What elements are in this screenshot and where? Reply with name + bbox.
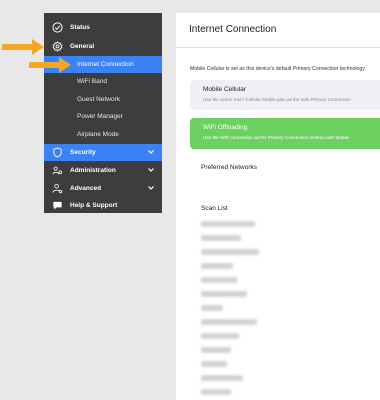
sidebar-item-advanced[interactable]: Advanced xyxy=(44,180,162,197)
list-item[interactable] xyxy=(201,375,243,381)
preferred-networks-heading: Preferred Networks xyxy=(201,164,257,171)
sidebar-item-airplane-mode[interactable]: Airplane Mode xyxy=(44,126,162,143)
scan-list-heading: Scan List xyxy=(201,205,228,212)
list-item[interactable] xyxy=(201,319,257,325)
sidebar-item-label: Internet Connection xyxy=(77,61,134,68)
main-panel: Internet Connection Mobile Cellular is s… xyxy=(176,13,380,400)
option-title: Mobile Cellular xyxy=(203,86,246,93)
divider xyxy=(176,47,380,48)
option-title: WiFi Offloading xyxy=(203,124,248,131)
pointer-arrow-icon xyxy=(2,39,44,55)
sidebar-item-general[interactable]: General xyxy=(44,38,162,55)
sidebar-item-label: Status xyxy=(70,24,90,31)
option-description: Use the WiFi connection as the Primary C… xyxy=(203,135,350,140)
wifi-offloading-option[interactable]: WiFi Offloading Use the WiFi connection … xyxy=(190,118,380,149)
sidebar-item-status[interactable]: Status xyxy=(44,19,162,36)
check-circle-icon xyxy=(52,22,63,33)
chat-bubble-icon xyxy=(53,201,62,210)
list-item[interactable] xyxy=(201,305,223,311)
users-gear-icon xyxy=(52,166,63,175)
sidebar-item-label: Help & Support xyxy=(70,202,118,209)
pointer-arrow-icon xyxy=(29,57,71,73)
page-title: Internet Connection xyxy=(189,24,277,35)
list-item[interactable] xyxy=(201,361,227,367)
list-item[interactable] xyxy=(201,291,247,297)
list-item[interactable] xyxy=(201,235,241,241)
sidebar-item-help-support[interactable]: Help & Support xyxy=(44,197,162,214)
person-gear-icon xyxy=(52,183,63,194)
list-item[interactable] xyxy=(201,249,259,255)
list-item[interactable] xyxy=(201,347,231,353)
gear-icon xyxy=(52,41,63,52)
primary-connection-notice: Mobile Cellular is set as this device's … xyxy=(190,66,365,72)
sidebar-item-label: General xyxy=(70,43,95,50)
list-item[interactable] xyxy=(201,389,231,395)
sidebar-item-label: Security xyxy=(70,149,96,156)
sidebar-item-security[interactable]: Security xyxy=(44,144,162,161)
list-item[interactable] xyxy=(201,263,233,269)
list-item[interactable] xyxy=(201,333,239,339)
list-item[interactable] xyxy=(201,277,237,283)
sidebar-item-label: Airplane Mode xyxy=(77,131,119,138)
mobile-cellular-option[interactable]: Mobile Cellular Use the active SIM / Cel… xyxy=(190,80,380,110)
sidebar-item-label: Administration xyxy=(70,167,116,174)
sidebar-item-administration[interactable]: Administration xyxy=(44,162,162,179)
sidebar-item-power-manager[interactable]: Power Manager xyxy=(44,108,162,125)
list-item[interactable] xyxy=(201,221,255,227)
shield-icon xyxy=(53,147,62,158)
chevron-down-icon xyxy=(148,186,154,190)
sidebar-item-label: WiFi Band xyxy=(77,78,107,85)
sidebar-nav: Status General Internet Connection WiFi … xyxy=(44,13,162,213)
sidebar-item-label: Power Manager xyxy=(77,113,123,120)
chevron-down-icon xyxy=(148,150,154,154)
chevron-down-icon xyxy=(148,168,154,172)
option-description: Use the active SIM / Cellular Mobile pla… xyxy=(203,97,351,102)
sidebar-item-label: Guest Network xyxy=(77,96,120,103)
sidebar-item-wifi-band[interactable]: WiFi Band xyxy=(44,73,162,90)
sidebar-item-guest-network[interactable]: Guest Network xyxy=(44,91,162,108)
sidebar-item-label: Advanced xyxy=(70,185,102,192)
